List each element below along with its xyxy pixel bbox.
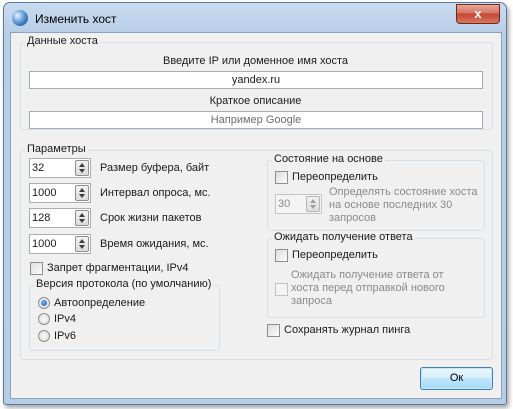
host-address-label: Введите IP или доменное имя хоста xyxy=(162,55,348,67)
arrow-up-icon[interactable] xyxy=(79,163,85,167)
arrow-up-icon[interactable] xyxy=(310,199,316,203)
description-input[interactable] xyxy=(29,111,483,129)
poll-interval-label: Интервал опроса, мс. xyxy=(100,187,211,199)
buffer-size-input[interactable] xyxy=(32,160,62,176)
arrow-up-icon[interactable] xyxy=(79,213,85,217)
wait-reply-group-title: Ожидать получение ответа xyxy=(272,231,415,243)
host-data-group-title: Данные хоста xyxy=(25,35,100,47)
timeout-spin-buttons[interactable] xyxy=(75,236,89,252)
wait-reply-line-1: Ожидать получение ответа от xyxy=(291,269,444,281)
buffer-size-spin-buttons[interactable] xyxy=(75,160,89,176)
host-address-input[interactable] xyxy=(29,71,483,89)
poll-interval-spin-buttons[interactable] xyxy=(75,185,89,201)
packet-ttl-label: Срок жизни пакетов xyxy=(100,212,202,224)
packet-ttl-input[interactable] xyxy=(32,210,62,226)
wait-override-label[interactable]: Переопределить xyxy=(292,249,378,261)
state-override-checkbox[interactable] xyxy=(275,171,288,184)
save-log-label[interactable]: Сохранять журнал пинга xyxy=(284,324,410,336)
arrow-down-icon[interactable] xyxy=(79,245,85,249)
save-log-checkbox[interactable] xyxy=(267,324,280,337)
arrow-down-icon[interactable] xyxy=(310,205,316,209)
packet-ttl-stepper[interactable] xyxy=(29,208,91,228)
title-bar[interactable]: Изменить хост x xyxy=(4,3,506,33)
timeout-stepper[interactable] xyxy=(29,234,91,254)
state-override-label[interactable]: Переопределить xyxy=(292,171,378,183)
buffer-size-stepper[interactable] xyxy=(29,158,91,178)
state-count-stepper[interactable] xyxy=(275,194,322,214)
close-button[interactable]: x xyxy=(456,4,500,24)
arrow-down-icon[interactable] xyxy=(79,219,85,223)
protocol-ipv6-label[interactable]: IPv6 xyxy=(54,330,76,342)
arrow-up-icon[interactable] xyxy=(79,188,85,192)
arrow-down-icon[interactable] xyxy=(79,194,85,198)
protocol-auto-radio[interactable] xyxy=(38,297,50,309)
protocol-version-group-title: Версия протокола (по умолчанию) xyxy=(34,278,214,290)
state-count-spin-buttons[interactable] xyxy=(306,196,320,212)
description-label: Краткое описание xyxy=(209,95,302,107)
wait-reply-line-3: запроса xyxy=(291,295,332,307)
state-description-line-2: на основе последних 30 xyxy=(329,199,453,211)
protocol-ipv6-radio[interactable] xyxy=(38,330,50,342)
globe-icon xyxy=(12,10,28,26)
protocol-auto-label[interactable]: Автоопределение xyxy=(54,297,145,309)
wait-reply-line-2: хоста перед отправкой нового xyxy=(291,282,445,294)
dialog-client-area: Данные хоста Введите IP или доменное имя… xyxy=(10,32,502,399)
protocol-ipv4-label[interactable]: IPv4 xyxy=(54,313,76,325)
state-description-line-1: Определять состояние хоста xyxy=(329,186,478,198)
protocol-ipv4-radio[interactable] xyxy=(38,313,50,325)
fragmentation-checkbox[interactable] xyxy=(30,262,43,275)
poll-interval-stepper[interactable] xyxy=(29,183,91,203)
timeout-label: Время ожидания, мс. xyxy=(100,238,209,250)
parameters-group-title: Параметры xyxy=(25,143,88,155)
poll-interval-input[interactable] xyxy=(32,185,62,201)
wait-reply-checkbox[interactable] xyxy=(275,283,288,296)
window-title: Изменить хост xyxy=(35,12,117,26)
state-description-line-3: запросов xyxy=(329,212,376,224)
state-count-input[interactable] xyxy=(278,196,308,212)
packet-ttl-spin-buttons[interactable] xyxy=(75,210,89,226)
ok-button[interactable]: Ок xyxy=(420,367,493,390)
arrow-up-icon[interactable] xyxy=(79,239,85,243)
arrow-down-icon[interactable] xyxy=(79,169,85,173)
dialog-window: Изменить хост x Данные хоста Введите IP … xyxy=(3,2,507,405)
buffer-size-label: Размер буфера, байт xyxy=(100,162,210,174)
wait-override-checkbox[interactable] xyxy=(275,249,288,262)
state-basis-group-title: Состояние на основе xyxy=(272,153,385,165)
timeout-input[interactable] xyxy=(32,236,62,252)
fragmentation-label[interactable]: Запрет фрагментации, IPv4 xyxy=(47,262,188,274)
